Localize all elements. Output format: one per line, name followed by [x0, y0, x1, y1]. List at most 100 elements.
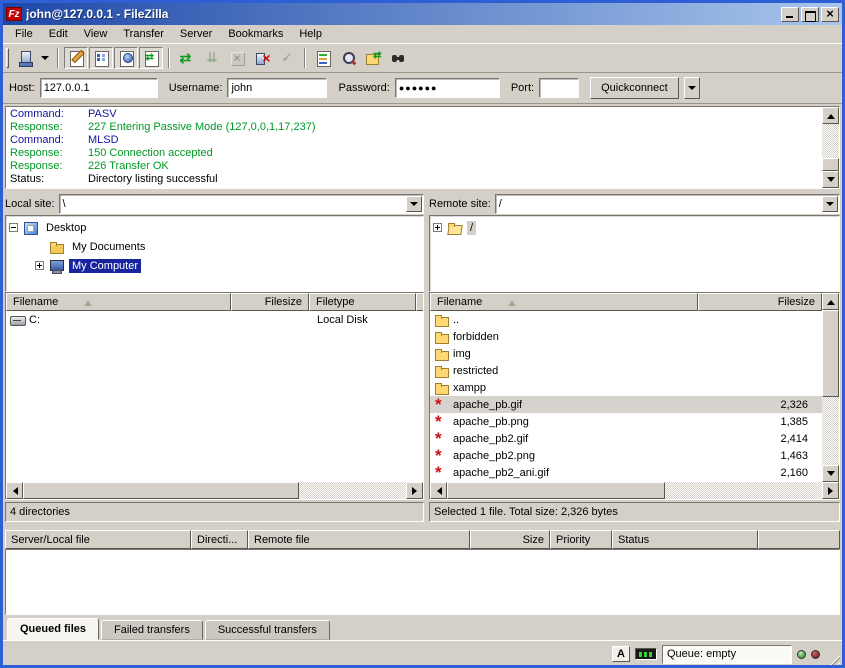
file-row[interactable]: apache_pb.gif 2,326: [430, 396, 822, 413]
port-input[interactable]: [539, 78, 579, 98]
process-queue-button[interactable]: [200, 47, 224, 69]
column-header-remote-file[interactable]: Remote file: [248, 530, 470, 549]
chevron-down-icon[interactable]: [406, 196, 422, 212]
minimize-icon[interactable]: [781, 7, 799, 22]
remote-site-combobox[interactable]: /: [495, 194, 840, 214]
column-header-filetype[interactable]: Filetype: [309, 293, 416, 311]
toggle-remote-tree-button[interactable]: [114, 47, 138, 69]
scroll-up-icon[interactable]: [822, 107, 839, 124]
reconnect-button[interactable]: [275, 47, 299, 69]
menu-item-server[interactable]: Server: [172, 26, 220, 42]
local-site-bar: Local site: \: [5, 193, 424, 215]
chevron-down-icon[interactable]: [822, 196, 838, 212]
scroll-down-icon[interactable]: [822, 171, 839, 188]
file-row[interactable]: restricted: [430, 362, 822, 379]
tree-item[interactable]: My Documents: [6, 237, 423, 256]
file-row[interactable]: img: [430, 345, 822, 362]
remote-list-hscrollbar[interactable]: [430, 482, 839, 499]
column-header-filename[interactable]: Filename: [6, 293, 231, 311]
toolbar: [3, 44, 842, 73]
tree-item[interactable]: My Computer: [6, 256, 423, 275]
tree-item-icon: [49, 259, 65, 273]
toggle-queue-button[interactable]: [139, 47, 163, 69]
toggle-message-log-button[interactable]: [64, 47, 88, 69]
host-input[interactable]: [40, 78, 158, 98]
file-icon: [434, 381, 450, 395]
close-icon[interactable]: [821, 7, 839, 22]
recv-activity-led: [797, 650, 806, 659]
menu-item-edit[interactable]: Edit: [41, 26, 76, 42]
file-row[interactable]: apache_pb2_ani.gif 2,160: [430, 464, 822, 481]
tree-item[interactable]: /: [430, 218, 839, 237]
menu-item-help[interactable]: Help: [291, 26, 330, 42]
tab-queued-files[interactable]: Queued files: [7, 618, 99, 640]
disconnect-button[interactable]: [250, 47, 274, 69]
scroll-left-icon[interactable]: [430, 482, 447, 499]
filter-button[interactable]: [311, 47, 335, 69]
maximize-icon[interactable]: [801, 7, 819, 22]
remote-file-list: FilenameFilesize ..: [429, 292, 840, 500]
file-row[interactable]: apache_pb2.png 1,463: [430, 447, 822, 464]
menu-item-file[interactable]: File: [7, 26, 41, 42]
file-row[interactable]: ..: [430, 311, 822, 328]
find-button[interactable]: [386, 47, 410, 69]
toggle-local-tree-button[interactable]: [89, 47, 113, 69]
file-icon: [434, 364, 450, 378]
refresh-button[interactable]: [175, 47, 199, 69]
menu-item-bookmarks[interactable]: Bookmarks: [220, 26, 291, 42]
tree-expander-icon[interactable]: [9, 223, 18, 232]
toolbar-grip[interactable]: [6, 48, 9, 68]
chevron-down-icon: [41, 56, 49, 64]
column-header-direction[interactable]: Directi...: [191, 530, 248, 549]
log-scrollbar[interactable]: [822, 107, 839, 188]
column-header-filesize[interactable]: Filesize: [231, 293, 309, 311]
scroll-up-icon[interactable]: [822, 293, 839, 310]
local-list-hscrollbar[interactable]: [6, 482, 423, 499]
cancel-button[interactable]: [225, 47, 249, 69]
transfer-type-icon[interactable]: A: [612, 646, 630, 662]
resize-grip[interactable]: [825, 652, 840, 667]
file-row[interactable]: C: Local Disk: [6, 311, 423, 328]
remote-status-text: Selected 1 file. Total size: 2,326 bytes: [429, 502, 840, 522]
column-header-size[interactable]: Size: [470, 530, 550, 549]
sort-ascending-icon: [508, 296, 516, 306]
file-row[interactable]: xampp: [430, 379, 822, 396]
local-status-text: 4 directories: [5, 502, 424, 522]
tree-expander-icon[interactable]: [35, 261, 44, 270]
column-header-last-modified[interactable]: L: [416, 293, 423, 311]
tree-expander-icon[interactable]: [433, 223, 442, 232]
password-input[interactable]: [395, 78, 500, 98]
toolbar-icon: [143, 50, 160, 66]
site-manager-button[interactable]: [13, 47, 37, 69]
sync-browse-button[interactable]: [361, 47, 385, 69]
port-label: Port:: [511, 82, 534, 94]
column-header-server-local-file[interactable]: Server/Local file: [5, 530, 191, 549]
scroll-right-icon[interactable]: [406, 482, 423, 499]
scroll-left-icon[interactable]: [6, 482, 23, 499]
compare-button[interactable]: [336, 47, 360, 69]
column-header-filesize[interactable]: Filesize: [698, 293, 822, 311]
scroll-right-icon[interactable]: [822, 482, 839, 499]
column-header-blank[interactable]: [758, 530, 840, 549]
speed-limit-icon[interactable]: [635, 648, 657, 660]
scroll-down-icon[interactable]: [822, 465, 839, 482]
column-header-priority[interactable]: Priority: [550, 530, 612, 549]
file-row[interactable]: forbidden: [430, 328, 822, 345]
file-row[interactable]: apache_pb2.gif 2,414: [430, 430, 822, 447]
remote-list-vscrollbar[interactable]: [822, 293, 839, 482]
tab-failed-transfers[interactable]: Failed transfers: [101, 620, 203, 640]
local-site-combobox[interactable]: \: [59, 194, 424, 214]
quickconnect-button[interactable]: Quickconnect: [590, 77, 679, 99]
quickconnect-dropdown[interactable]: [684, 77, 700, 99]
column-header-status[interactable]: Status: [612, 530, 758, 549]
file-row[interactable]: apache_pb.png 1,385: [430, 413, 822, 430]
tab-successful-transfers[interactable]: Successful transfers: [205, 620, 330, 640]
toolbar-icon: [93, 50, 110, 66]
queue-list-area[interactable]: [5, 549, 840, 615]
tree-item[interactable]: Desktop: [6, 218, 423, 237]
username-input[interactable]: [227, 78, 327, 98]
column-header-filename[interactable]: Filename: [430, 293, 698, 311]
menu-item-transfer[interactable]: Transfer: [115, 26, 172, 42]
menu-item-view[interactable]: View: [76, 26, 116, 42]
site-manager-dropdown[interactable]: [38, 47, 52, 69]
